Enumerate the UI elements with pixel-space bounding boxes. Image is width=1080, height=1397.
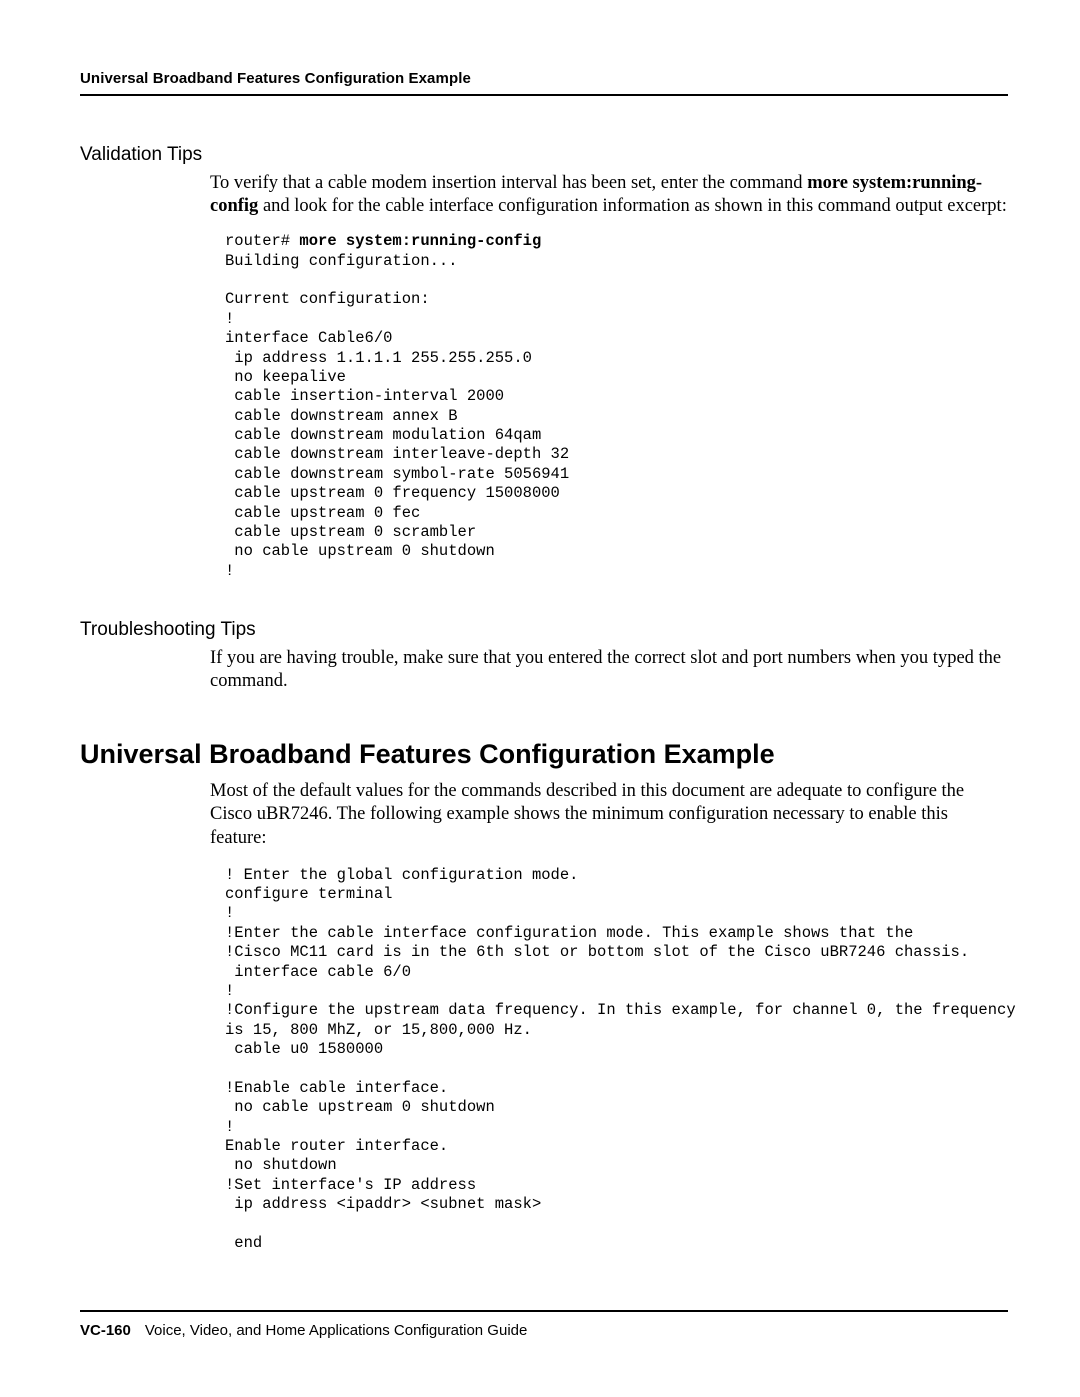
- validation-para-text-2: and look for the cable interface configu…: [258, 196, 1007, 216]
- footer-guide-title: Voice, Video, and Home Applications Conf…: [145, 1322, 527, 1339]
- validation-paragraph: To verify that a cable modem insertion i…: [210, 172, 1008, 218]
- heading-config-example: Universal Broadband Features Configurati…: [80, 739, 1008, 770]
- example-code-block: ! Enter the global configuration mode. c…: [225, 866, 1008, 1254]
- troubleshooting-paragraph: If you are having trouble, make sure tha…: [210, 647, 1008, 693]
- page-footer: VC-160 Voice, Video, and Home Application…: [80, 1310, 1008, 1339]
- code-prompt: router#: [225, 232, 299, 250]
- subhead-troubleshooting-tips: Troubleshooting Tips: [80, 619, 1008, 641]
- running-header: Universal Broadband Features Configurati…: [80, 70, 1008, 87]
- footer-rule: [80, 1310, 1008, 1312]
- validation-code-block: router# more system:running-config Build…: [225, 232, 1008, 581]
- page: Universal Broadband Features Configurati…: [0, 0, 1080, 1397]
- footer-line: VC-160 Voice, Video, and Home Application…: [80, 1322, 1008, 1339]
- code-body: Building configuration... Current config…: [225, 252, 569, 580]
- header-rule: [80, 94, 1008, 96]
- validation-para-text-1: To verify that a cable modem insertion i…: [210, 173, 807, 193]
- footer-page-number: VC-160: [80, 1322, 131, 1339]
- code-command: more system:running-config: [299, 232, 541, 250]
- example-paragraph: Most of the default values for the comma…: [210, 780, 1008, 849]
- subhead-validation-tips: Validation Tips: [80, 144, 1008, 166]
